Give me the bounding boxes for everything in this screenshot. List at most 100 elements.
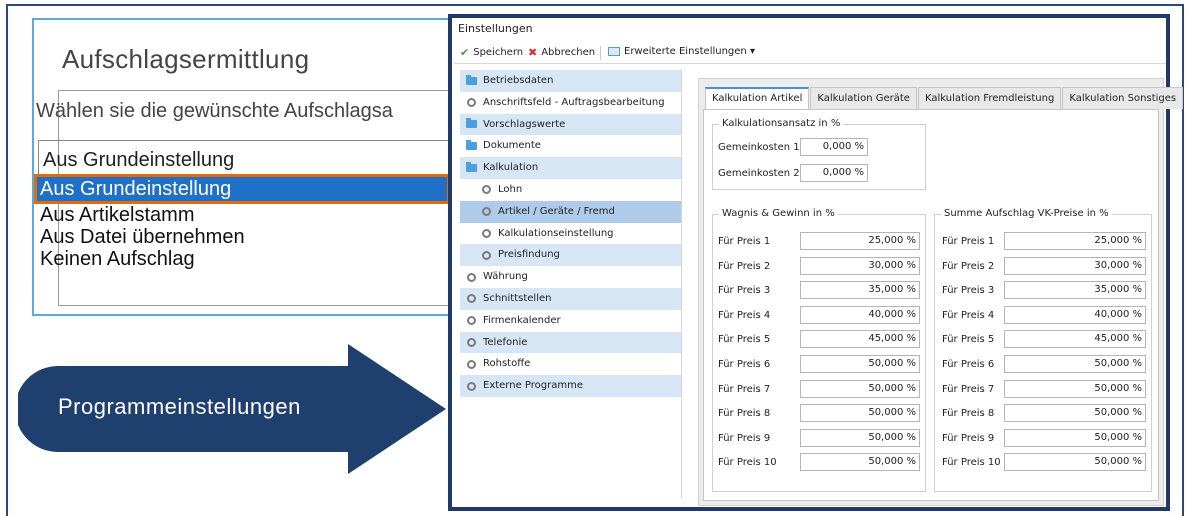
tree-label: Kalkulation: [483, 162, 539, 174]
wagnis-preis-input[interactable]: 45,000 %: [800, 330, 920, 349]
gear-icon: [482, 185, 491, 195]
wagnis-preis-input[interactable]: 50,000 %: [800, 379, 920, 398]
gear-icon: [467, 381, 476, 391]
gear-icon: [467, 272, 476, 282]
tree-label: Firmenkalender: [483, 314, 561, 326]
tab-kalkulation-fremdleistung[interactable]: Kalkulation Fremdleistung: [917, 87, 1062, 109]
summe-preis-input[interactable]: 50,000 %: [1004, 404, 1146, 423]
summe-preis-label: Für Preis 8: [942, 408, 995, 420]
gear-icon: [467, 98, 476, 108]
summe-preis-input[interactable]: 35,000 %: [1004, 281, 1146, 300]
tab-bar: Kalkulation Artikel Kalkulation Geräte K…: [705, 87, 1184, 109]
wagnis-preis-input[interactable]: 50,000 %: [800, 404, 920, 423]
toolbar: ✔ Speichern ✖ Abbrechen Erweiterte Einst…: [454, 42, 1166, 64]
wagnis-preis-label: Für Preis 1: [718, 236, 771, 247]
wagnis-preis-label: Für Preis 2: [718, 260, 771, 272]
tree-item-firmenkalender[interactable]: Firmenkalender: [460, 310, 681, 332]
summe-preis-label: Für Preis 3: [942, 285, 995, 297]
tree-item-vorschlagswerte[interactable]: Vorschlagswerte: [460, 113, 681, 136]
folder-open-icon: [466, 162, 477, 173]
option-datei[interactable]: Aus Datei übernehmen: [36, 226, 448, 248]
gear-icon: [482, 250, 491, 260]
tree-item-schnittstellen[interactable]: Schnittstellen: [460, 287, 681, 310]
settings-list-icon: [608, 47, 620, 56]
arrow-label: Programmeinstellungen: [58, 394, 301, 419]
wagnis-preis-input[interactable]: 40,000 %: [800, 305, 920, 324]
summe-preis-input[interactable]: 50,000 %: [1004, 355, 1146, 373]
summe-preis-label: Für Preis 6: [942, 359, 995, 370]
gemeinkosten-1-input[interactable]: 0,000 %: [800, 138, 868, 156]
tree-item-kalkulationseinstellung[interactable]: Kalkulationseinstellung: [460, 223, 681, 245]
wagnis-preis-label: Für Preis 9: [718, 432, 771, 444]
tree-label: Kalkulationseinstellung: [498, 227, 614, 239]
summe-preis-input[interactable]: 45,000 %: [1004, 330, 1146, 349]
wagnis-preis-label: Für Preis 10: [718, 457, 777, 469]
gear-icon: [482, 207, 491, 217]
check-icon: ✔: [460, 46, 470, 59]
tab-kalkulation-sonstiges[interactable]: Kalkulation Sonstiges: [1062, 87, 1184, 109]
wagnis-preis-input[interactable]: 35,000 %: [800, 281, 920, 300]
row-label: Gemeinkosten 1: [718, 142, 800, 153]
gemeinkosten-2-input[interactable]: 0,000 %: [800, 164, 868, 182]
tree-item-preisfindung[interactable]: Preisfindung: [460, 244, 681, 267]
tree-item-betriebsdaten[interactable]: Betriebsdaten: [460, 70, 681, 92]
group-label: Wagnis & Gewinn in %: [719, 208, 838, 219]
folder-icon: [466, 140, 477, 151]
summe-preis-label: Für Preis 5: [942, 334, 995, 346]
cross-icon: ✖: [528, 46, 538, 59]
tree-item-artikel-geraete-fremd[interactable]: Artikel / Geräte / Fremd: [460, 200, 681, 223]
tree-item-externe-programme[interactable]: Externe Programme: [460, 375, 681, 397]
tree-label: Preisfindung: [498, 249, 560, 261]
summe-preis-input[interactable]: 25,000 %: [1004, 232, 1146, 250]
tree-label: Lohn: [498, 183, 523, 195]
wagnis-preis-input[interactable]: 30,000 %: [800, 256, 920, 275]
cancel-button[interactable]: ✖ Abbrechen: [528, 46, 595, 59]
summe-preis-label: Für Preis 7: [942, 383, 995, 395]
tree-item-dokumente[interactable]: Dokumente: [460, 135, 681, 157]
wagnis-preis-input[interactable]: 50,000 %: [800, 453, 920, 472]
save-button[interactable]: ✔ Speichern: [460, 46, 523, 59]
summe-preis-input[interactable]: 50,000 %: [1004, 379, 1146, 398]
tree-label: Währung: [483, 271, 528, 283]
tree-item-waehrung[interactable]: Währung: [460, 266, 681, 288]
gear-icon: [467, 359, 476, 369]
advanced-settings-button[interactable]: Erweiterte Einstellungen ▾: [608, 46, 755, 57]
tab-kalkulation-artikel[interactable]: Kalkulation Artikel: [705, 87, 810, 109]
wagnis-preis-input[interactable]: 50,000 %: [800, 428, 920, 447]
gear-icon: [467, 316, 476, 326]
tree-label: Telefonie: [483, 336, 528, 348]
tab-kalkulation-geraete[interactable]: Kalkulation Geräte: [810, 87, 917, 109]
tree-label: Schnittstellen: [483, 292, 552, 304]
tree-item-rohstoffe[interactable]: Rohstoffe: [460, 353, 681, 375]
tree-item-kalkulation[interactable]: Kalkulation: [460, 157, 681, 179]
tree-label: Dokumente: [483, 140, 541, 152]
row-label: Gemeinkosten 2: [718, 168, 800, 179]
option-grundeinstellung[interactable]: Aus Grundeinstellung: [34, 174, 450, 204]
summe-preis-input[interactable]: 40,000 %: [1004, 305, 1146, 324]
wagnis-preis-label: Für Preis 4: [718, 309, 771, 321]
tree-label: Anschriftsfeld - Auftragsbearbeitung: [483, 96, 665, 108]
tree-item-anschriftsfeld[interactable]: Anschriftsfeld - Auftragsbearbeitung: [460, 92, 681, 114]
tree-item-telefonie[interactable]: Telefonie: [460, 331, 681, 354]
tree-label: Betriebsdaten: [483, 75, 554, 86]
summe-preis-input[interactable]: 50,000 %: [1004, 428, 1146, 447]
summe-preis-label: Für Preis 9: [942, 432, 995, 444]
group-label: Summe Aufschlag VK-Preise in %: [941, 208, 1112, 219]
option-artikelstamm[interactable]: Aus Artikelstamm: [36, 204, 448, 226]
tab-content: Kalkulationsansatz in % Gemeinkosten 1 0…: [703, 109, 1159, 501]
window-title: Einstellungen: [458, 22, 533, 35]
aufschlag-select[interactable]: Aus Grundeinstellung: [38, 140, 448, 176]
wagnis-preis-label: Für Preis 8: [718, 408, 771, 420]
summe-preis-input[interactable]: 50,000 %: [1004, 453, 1146, 472]
summe-preis-label: Für Preis 2: [942, 260, 995, 272]
wagnis-preis-input[interactable]: 50,000 %: [800, 355, 920, 373]
wagnis-preis-input[interactable]: 25,000 %: [800, 232, 920, 250]
save-label: Speichern: [473, 47, 524, 58]
tree-label: Rohstoffe: [483, 358, 531, 370]
summe-preis-input[interactable]: 30,000 %: [1004, 256, 1146, 275]
settings-tree: Betriebsdaten Anschriftsfeld - Auftragsb…: [460, 70, 682, 498]
gear-icon: [467, 337, 476, 347]
option-kein-aufschlag[interactable]: Keinen Aufschlag: [36, 248, 448, 270]
wagnis-preis-label: Für Preis 6: [718, 359, 771, 370]
tree-item-lohn[interactable]: Lohn: [460, 179, 681, 201]
